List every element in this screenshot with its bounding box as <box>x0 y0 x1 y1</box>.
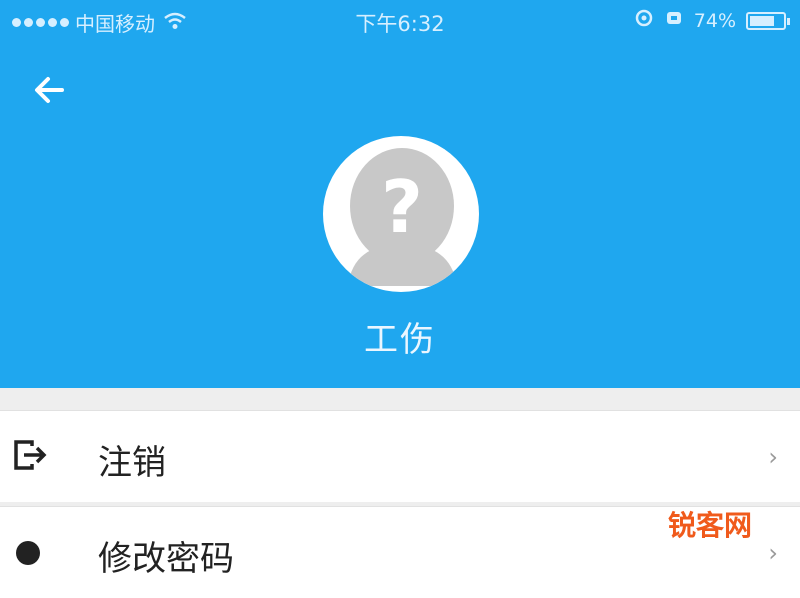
avatar[interactable]: ? <box>323 136 479 292</box>
alarm-icon <box>634 8 654 33</box>
unknown-user-icon: ? <box>331 144 471 286</box>
status-bar: 中国移动 下午6:32 74% <box>0 0 800 40</box>
change-password-label: 修改密码 <box>98 539 234 579</box>
profile-name: 工伤 <box>364 320 436 360</box>
logout-icon <box>12 437 48 473</box>
orientation-lock-icon <box>664 8 684 33</box>
svg-text:?: ? <box>381 165 423 249</box>
logout-label: 注销 <box>98 443 166 483</box>
profile-header: 中国移动 下午6:32 74% ? 工伤 <box>0 0 800 388</box>
back-arrow-icon <box>35 77 64 103</box>
chevron-right-icon: › <box>768 539 778 567</box>
lock-icon <box>12 533 48 569</box>
battery-icon <box>746 11 790 30</box>
site-watermark: 锐客网 <box>667 509 752 542</box>
status-right: 74% <box>634 8 790 33</box>
section-divider <box>0 388 800 408</box>
battery-percent: 74% <box>693 9 736 32</box>
back-button[interactable] <box>28 70 76 112</box>
chevron-right-icon: › <box>768 443 778 471</box>
logout-row[interactable]: 注销 › <box>0 410 800 502</box>
